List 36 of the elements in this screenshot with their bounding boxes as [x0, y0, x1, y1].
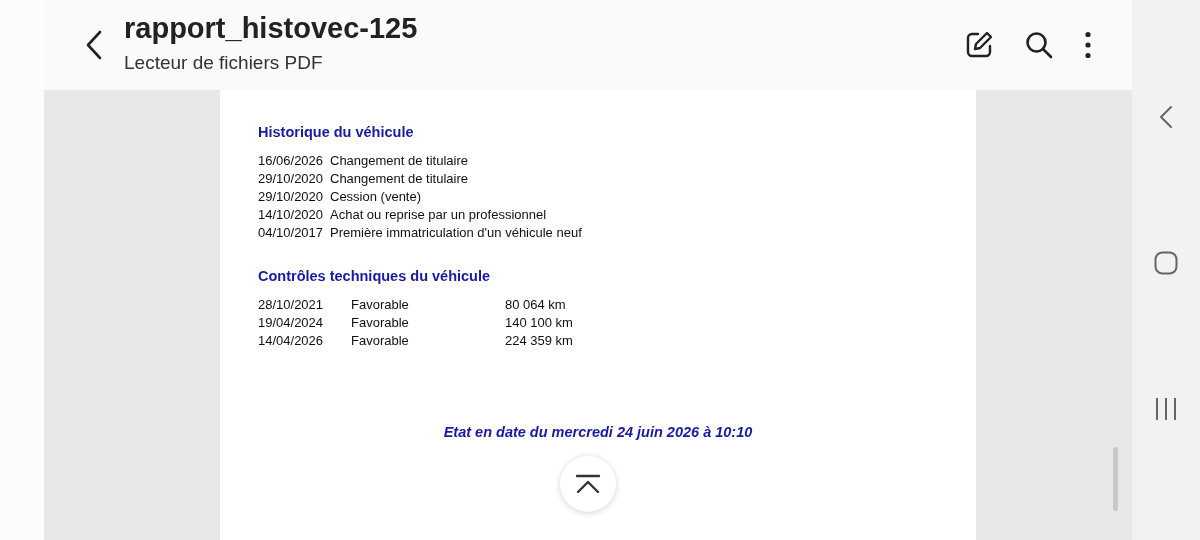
event-date: 14/10/2020 — [258, 205, 325, 224]
inspection-result: Favorable — [351, 295, 410, 314]
nav-back-button[interactable] — [1159, 105, 1173, 129]
inspection-mileage: 224 359 km — [505, 331, 573, 350]
scroll-thumb[interactable] — [1113, 447, 1118, 511]
scroll-to-top-icon — [575, 474, 601, 494]
document-title: rapport_histovec-125 — [124, 12, 419, 45]
event-description: Cession (vente) — [330, 187, 422, 206]
home-button[interactable] — [1154, 251, 1178, 275]
event-date: 29/10/2020 — [258, 169, 325, 188]
event-description: Première immatriculation d'un véhicule neuf — [330, 223, 582, 242]
inspection-date: 28/10/2021 — [258, 295, 325, 314]
event-date: 29/10/2020 — [258, 187, 325, 206]
search-icon — [1024, 30, 1054, 60]
report-date: Etat en date du mercredi 24 juin 2026 à 10:10 — [442, 422, 754, 442]
inspection-mileage: 140 100 km — [505, 313, 573, 332]
home-icon — [1154, 251, 1178, 275]
app-subtitle: Lecteur de fichiers PDF — [124, 50, 324, 75]
inspection-result: Favorable — [351, 331, 410, 350]
event-date: 04/10/2017 — [258, 223, 325, 242]
back-icon — [84, 30, 104, 60]
event-date: 16/06/2026 — [258, 151, 325, 170]
section-heading: Historique du véhicule — [258, 123, 415, 142]
edit-icon — [964, 30, 994, 60]
back-icon — [1159, 105, 1173, 129]
inspection-date: 14/04/2026 — [258, 331, 325, 350]
event-description: Changement de titulaire — [330, 169, 469, 188]
recent-apps-icon — [1155, 397, 1177, 421]
section-heading: Contrôles techniques du véhicule — [258, 266, 492, 286]
inspection-date: 19/04/2024 — [258, 313, 325, 332]
inspection-result: Favorable — [351, 313, 410, 332]
more-icon — [1084, 31, 1092, 59]
inspection-mileage: 80 064 km — [505, 295, 566, 314]
event-description: Changement de titulaire — [330, 151, 469, 170]
event-description: Achat ou reprise par un professionnel — [330, 205, 547, 224]
recent-apps-button[interactable] — [1155, 397, 1177, 421]
